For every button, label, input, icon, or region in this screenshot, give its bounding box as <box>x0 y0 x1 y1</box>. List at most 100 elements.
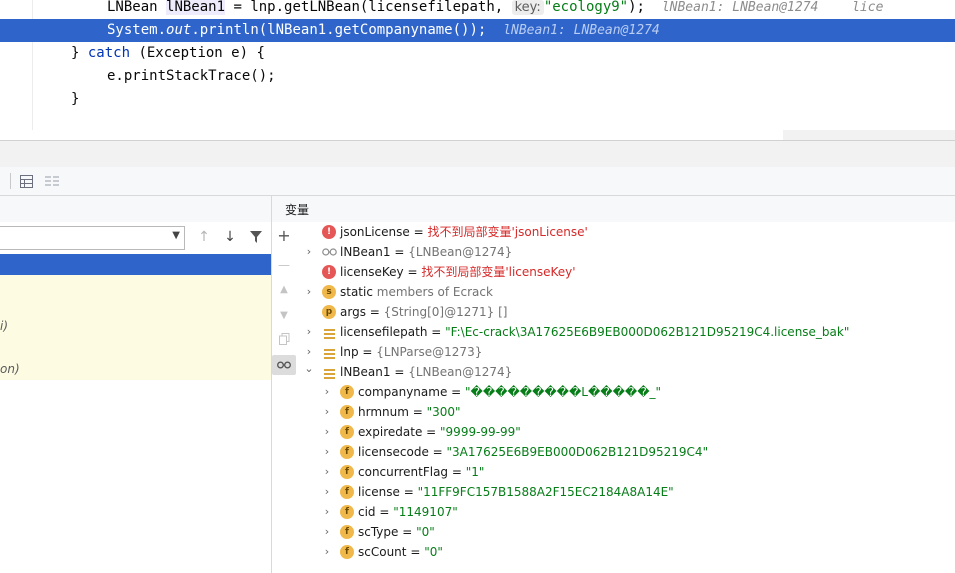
chevron-right-icon[interactable]: › <box>321 522 333 542</box>
variable-row[interactable]: › lNBean1 = {LNBean@1274} <box>303 242 955 262</box>
chevron-right-icon[interactable]: › <box>303 322 315 342</box>
close-brace: } <box>0 45 88 61</box>
variable-name: scType <box>358 525 398 539</box>
variable-value: {LNBean@1274} <box>408 245 512 259</box>
code-line-close-brace[interactable]: } <box>0 88 955 111</box>
frames-library-rows[interactable]: i) on) <box>0 275 271 380</box>
variable-value: "3A17625E6B9EB000D062B121D95219C4" <box>447 445 709 459</box>
variable-name: licenseKey <box>340 265 404 279</box>
chevron-right-icon[interactable]: › <box>321 422 333 442</box>
variable-name: static <box>340 285 373 299</box>
glasses-watch-icon[interactable] <box>272 355 296 375</box>
variable-row[interactable]: › f expiredate = "9999-99-99" <box>321 422 955 442</box>
chevron-right-icon[interactable]: › <box>321 442 333 462</box>
assign-expression: = lnp.getLNBean(licensefilepath, <box>225 0 512 15</box>
chevron-right-icon[interactable]: › <box>303 342 315 362</box>
toolbar-separator <box>10 173 11 189</box>
variable-row[interactable]: › f concurrentFlag = "1" <box>321 462 955 482</box>
add-watch-icon[interactable]: + <box>272 225 296 245</box>
variable-row[interactable]: p args = {String[0]@1271} [] <box>303 302 955 322</box>
field-icon: f <box>340 485 354 499</box>
layout-settings-icon[interactable] <box>42 171 62 191</box>
variable-row[interactable]: › licensefilepath = "F:\Ec-crack\3A17625E… <box>303 322 955 342</box>
table-view-icon[interactable] <box>16 171 36 191</box>
list-icon <box>322 327 336 341</box>
list-icon <box>322 367 336 381</box>
variable-value: members of Ecrack <box>377 285 493 299</box>
variable-row[interactable]: › f license = "11FF9FC157B1588A2F15EC2184A… <box>321 482 955 502</box>
code-line-print-stack[interactable]: e.printStackTrace(); <box>0 65 955 88</box>
thread-selector[interactable]: ▼ <box>0 226 185 250</box>
variable-row[interactable]: ! jsonLicense = 找不到局部变量'jsonLicense' <box>303 222 955 242</box>
duplicate-icon[interactable] <box>272 329 296 349</box>
chevron-right-icon[interactable]: › <box>321 502 333 522</box>
arrow-down-icon[interactable]: ↓ <box>220 226 240 248</box>
chevron-down-icon[interactable]: ⌄ <box>303 362 315 376</box>
parameter-hint: key: <box>512 0 544 15</box>
variable-value: {String[0]@1271} [] <box>384 305 508 319</box>
variable-row[interactable]: › lnp = {LNParse@1273} <box>303 342 955 362</box>
variable-value: "F:\Ec-crack\3A17625E6B9EB000D062B121D95… <box>445 325 849 339</box>
variable-row[interactable]: › f cid = "1149107" <box>321 502 955 522</box>
editor-bottom <box>0 130 783 140</box>
equals-sign: = <box>447 385 465 399</box>
equals-sign: = <box>427 325 445 339</box>
variable-value: "���������L�����_" <box>465 385 661 399</box>
variable-name: license <box>358 485 400 499</box>
code-line-getlnbean[interactable]: LNBean lNBean1 = lnp.getLNBean(licensefi… <box>0 0 955 19</box>
variable-name: lNBean1 <box>340 245 391 259</box>
variable-name: lnp <box>340 345 359 359</box>
out-field: out <box>166 22 191 38</box>
variable-text: licensecode = "3A17625E6B9EB000D062B121D… <box>358 442 708 462</box>
debug-toolbar <box>0 167 955 196</box>
equals-sign: = <box>429 445 447 459</box>
inline-debug-value: lNBean1: LNBean@1274 <box>662 0 819 15</box>
variable-row[interactable]: › f hrmnum = "300" <box>321 402 955 422</box>
variable-name: args <box>340 305 366 319</box>
equals-sign: = <box>398 525 416 539</box>
field-icon: f <box>340 445 354 459</box>
chevron-right-icon[interactable]: › <box>321 382 333 402</box>
variable-text: concurrentFlag = "1" <box>358 462 484 482</box>
code-line-current-execution[interactable]: System.out.println(lNBean1.getCompanynam… <box>0 19 955 42</box>
variable-text: expiredate = "9999-99-99" <box>358 422 521 442</box>
static-icon: s <box>322 285 336 299</box>
move-up-icon[interactable]: ▲ <box>272 279 296 299</box>
equals-sign: = <box>448 465 466 479</box>
remove-watch-icon[interactable]: — <box>272 255 296 275</box>
variable-text: scCount = "0" <box>358 542 443 562</box>
variable-text: license = "11FF9FC157B1588A2F15EC2184A8A… <box>358 482 674 502</box>
variable-row[interactable]: ! licenseKey = 找不到局部变量'licenseKey' <box>303 262 955 282</box>
inline-debug-value-truncated: lice <box>852 0 883 15</box>
variable-name: companyname <box>358 385 447 399</box>
variable-row[interactable]: › f scType = "0" <box>321 522 955 542</box>
equals-sign: = <box>391 365 409 379</box>
variable-name: concurrentFlag <box>358 465 448 479</box>
variable-row[interactable]: › f scCount = "0" <box>321 542 955 562</box>
chevron-right-icon[interactable]: › <box>303 242 315 262</box>
type-name: LNBean <box>0 0 158 15</box>
chevron-right-icon[interactable]: › <box>321 402 333 422</box>
editor-scroll-gap <box>783 130 955 140</box>
variable-text: lNBean1 = {LNBean@1274} <box>340 362 512 382</box>
variable-row[interactable]: ⌄ lNBean1 = {LNBean@1274} <box>303 362 955 382</box>
variable-row[interactable]: › f licensecode = "3A17625E6B9EB000D062B12… <box>321 442 955 462</box>
variable-text: jsonLicense = 找不到局部变量'jsonLicense' <box>340 222 588 242</box>
filter-icon[interactable] <box>246 226 266 248</box>
chevron-right-icon[interactable]: › <box>303 282 315 302</box>
variable-name: licensecode <box>358 445 429 459</box>
variable-text: lnp = {LNParse@1273} <box>340 342 482 362</box>
arrow-up-icon[interactable]: ↑ <box>194 226 214 248</box>
frame-selected-row[interactable] <box>0 254 271 275</box>
variable-row[interactable]: › f companyname = "���������L�����_" <box>321 382 955 402</box>
chevron-right-icon[interactable]: › <box>321 462 333 482</box>
string-literal: "ecology9" <box>544 0 628 15</box>
error-icon: ! <box>322 265 336 279</box>
code-line-catch[interactable]: } catch (Exception e) { <box>0 42 955 65</box>
move-down-icon[interactable]: ▼ <box>272 305 296 325</box>
chevron-right-icon[interactable]: › <box>321 542 333 562</box>
variable-row[interactable]: › s static members of Ecrack <box>303 282 955 302</box>
code-editor[interactable]: LNBean lNBean1 = lnp.getLNBean(licensefi… <box>0 0 955 140</box>
chevron-right-icon[interactable]: › <box>321 482 333 502</box>
debug-tool-window-header <box>0 140 955 167</box>
